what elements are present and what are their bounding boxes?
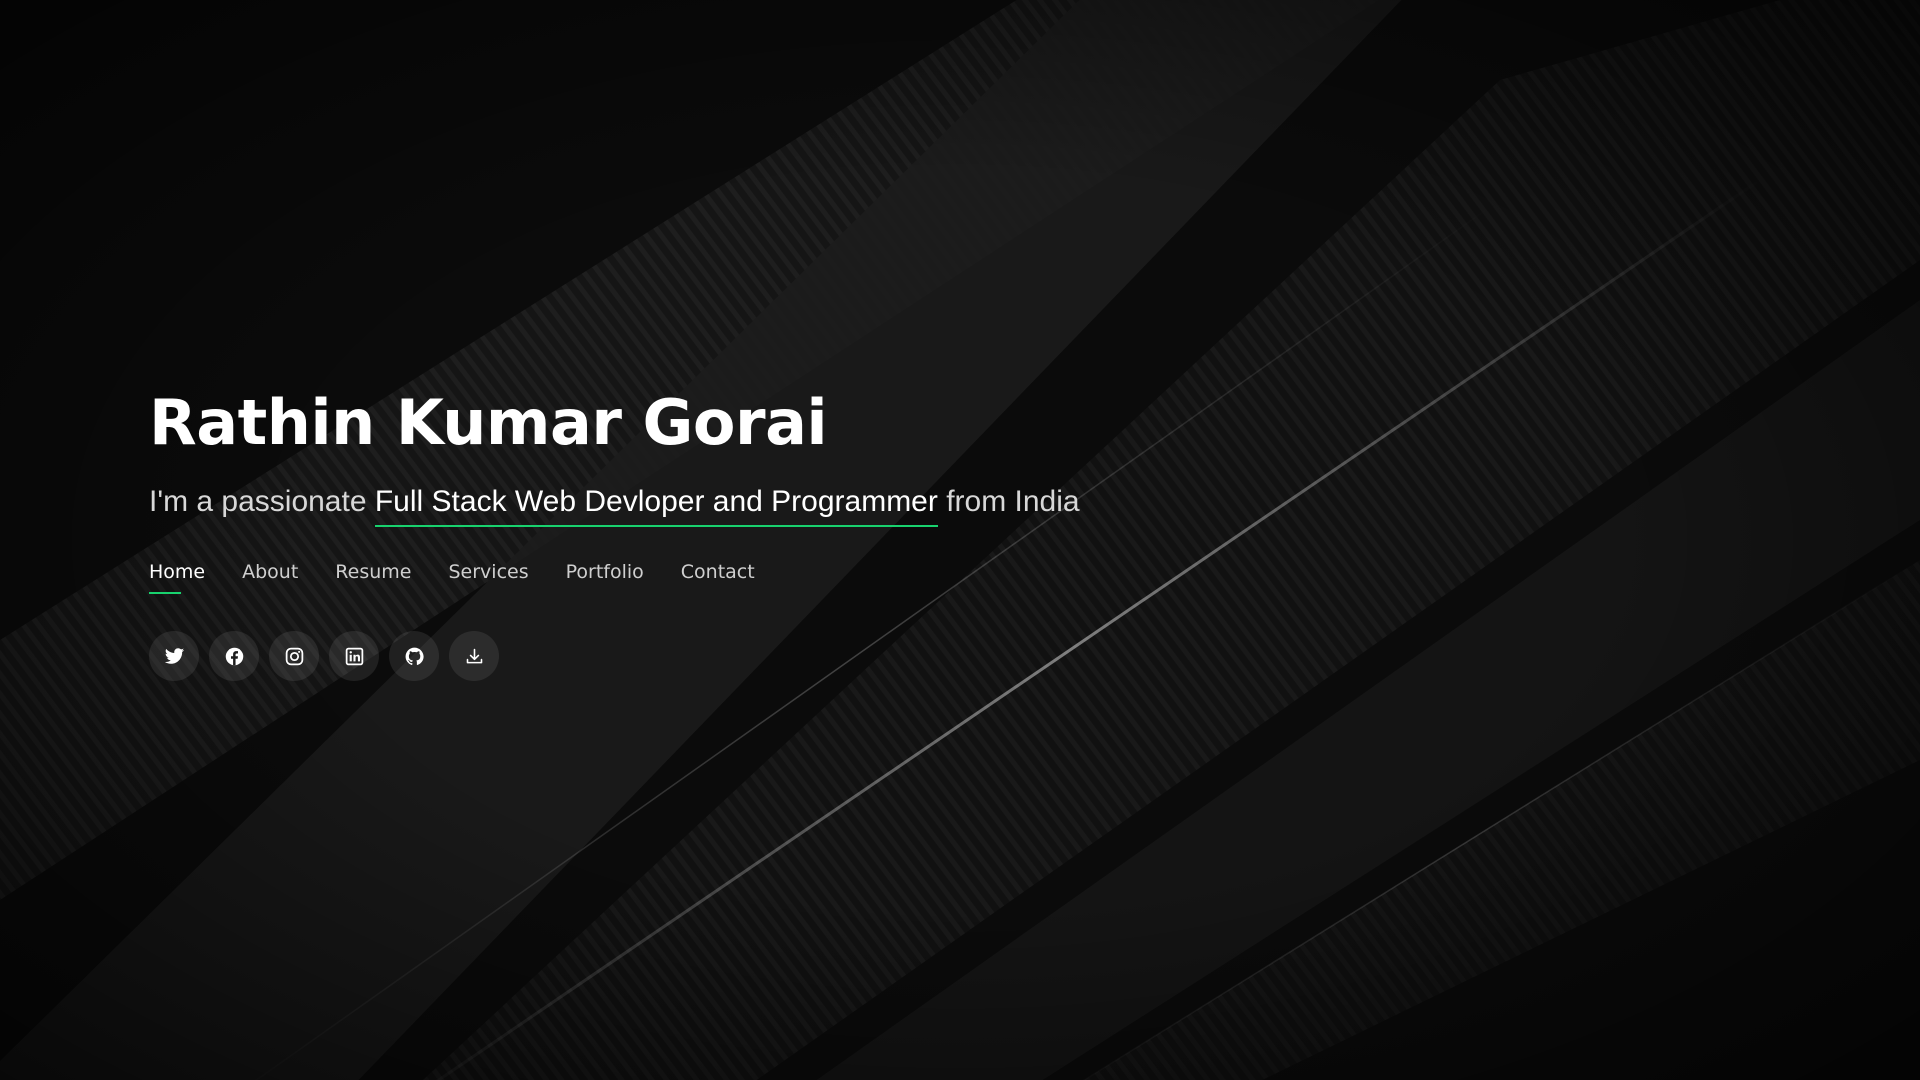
nav-item-about[interactable]: About [242, 560, 298, 594]
tagline-prefix: I'm a passionate [149, 485, 375, 518]
instagram-icon [285, 647, 303, 665]
tagline-suffix: from India [937, 485, 1080, 518]
hero-name: Rathin Kumar Gorai [149, 386, 828, 459]
social-links [149, 631, 1549, 681]
nav-item-home[interactable]: Home [149, 560, 205, 594]
instagram-button[interactable] [269, 631, 319, 681]
nav-item-services[interactable]: Services [448, 560, 528, 594]
page: Rathin Kumar Gorai I'm a passionate Full… [0, 0, 1920, 1080]
nav-item-contact[interactable]: Contact [681, 560, 755, 594]
facebook-button[interactable] [209, 631, 259, 681]
github-button[interactable] [389, 631, 439, 681]
hero: Rathin Kumar Gorai I'm a passionate Full… [149, 378, 1549, 681]
facebook-icon [225, 647, 243, 665]
tagline: I'm a passionate Full Stack Web Devloper… [149, 482, 1549, 527]
twitter-button[interactable] [149, 631, 199, 681]
github-icon [405, 647, 424, 665]
main-nav: Home About Resume Services Portfolio Con… [149, 560, 1549, 594]
linkedin-icon [345, 647, 363, 665]
linkedin-button[interactable] [329, 631, 379, 681]
download-button[interactable] [449, 631, 499, 681]
twitter-icon [164, 647, 184, 664]
nav-item-portfolio[interactable]: Portfolio [566, 560, 644, 594]
tagline-highlight: Full Stack Web Devloper and Programmer [374, 487, 938, 527]
nav-item-resume[interactable]: Resume [335, 560, 411, 594]
download-icon [466, 648, 482, 663]
